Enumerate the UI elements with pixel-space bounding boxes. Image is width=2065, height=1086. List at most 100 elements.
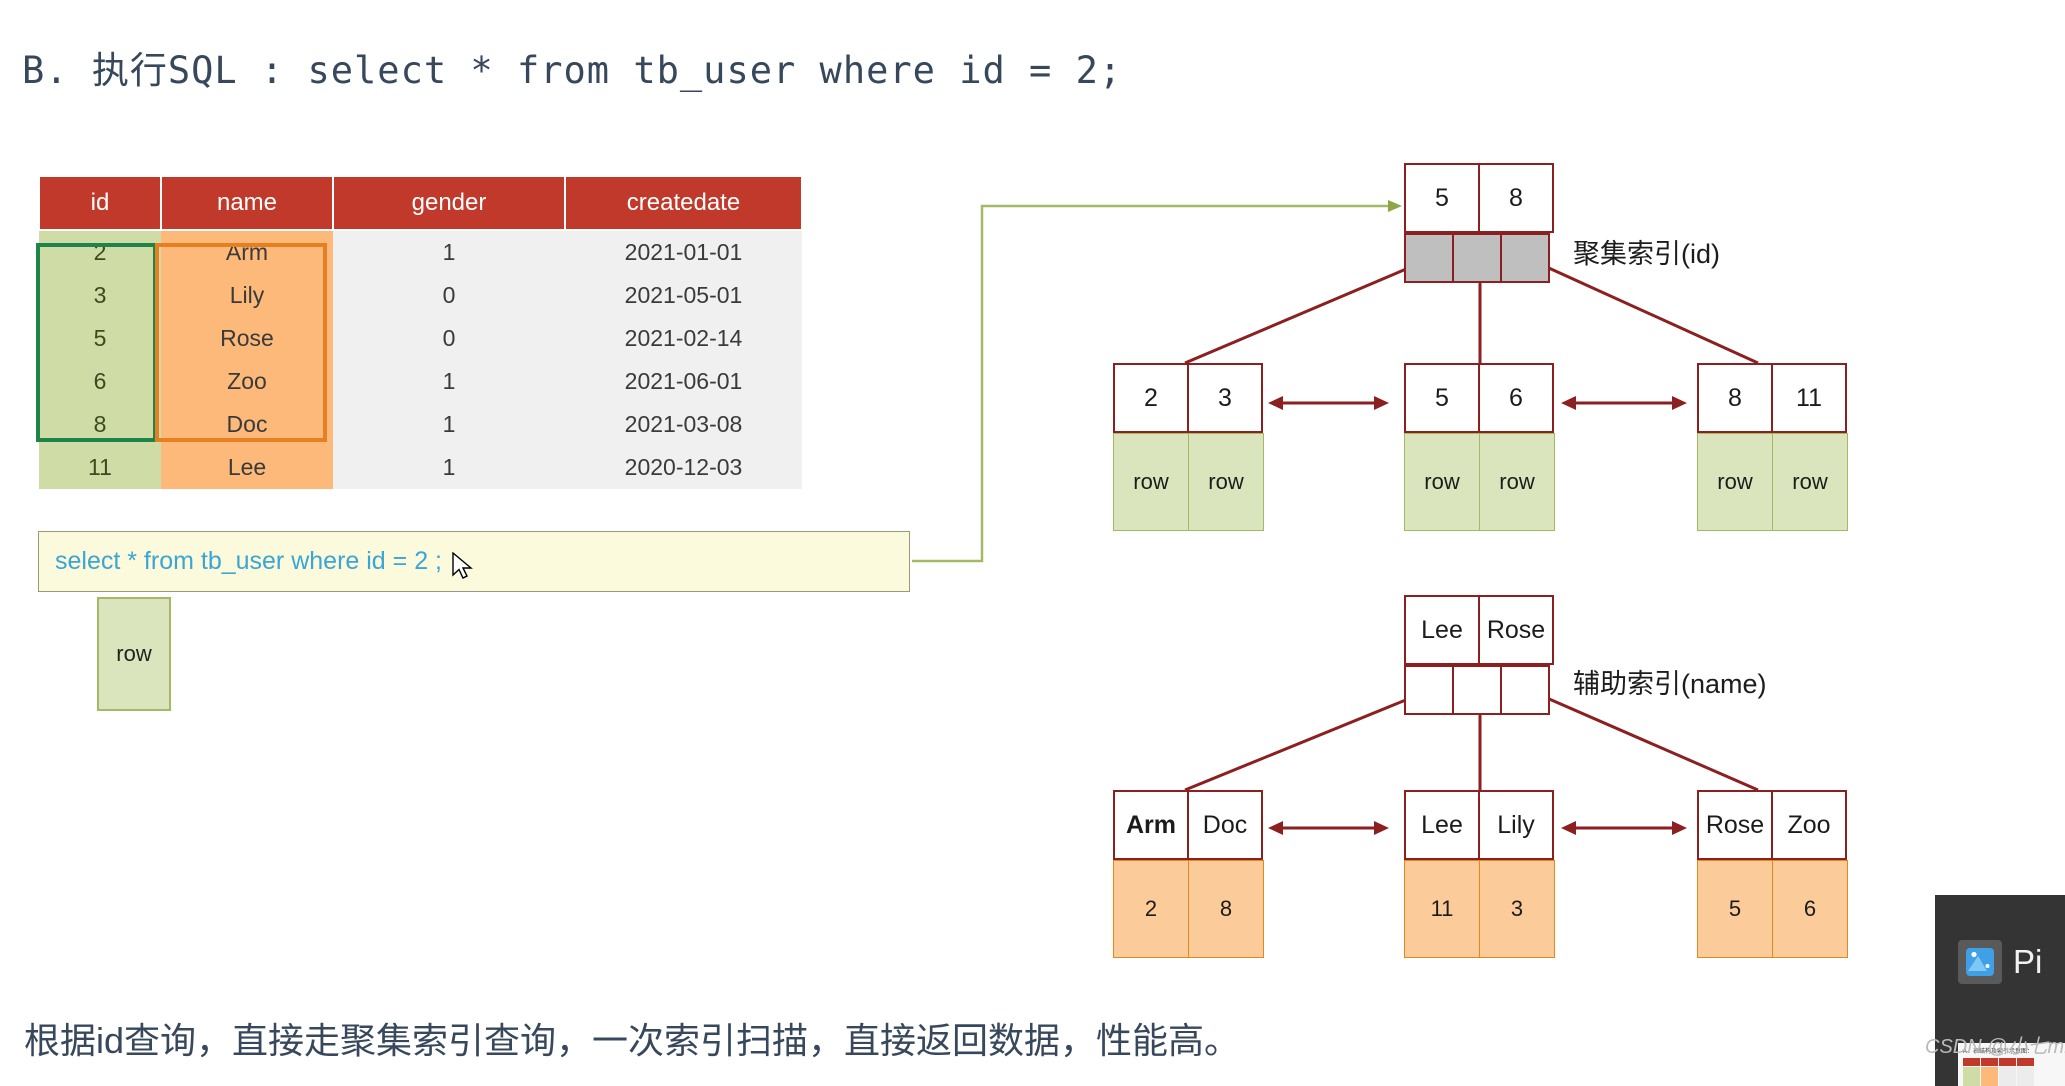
leaf-data: 2 8 <box>1113 860 1264 958</box>
leaf-row-cell: row <box>1404 433 1480 531</box>
leaf-key: Lee <box>1404 790 1480 860</box>
secondary-leaf-node: Arm Doc 2 8 <box>1113 790 1264 958</box>
sql-callout-text: select * from tb_user where id = 2 ; <box>55 547 442 575</box>
leaf-keys: 8 11 <box>1697 363 1848 433</box>
app-overlay-title: Pi <box>2013 943 2043 980</box>
table-row: 5 Rose 0 2021-02-14 <box>39 317 802 360</box>
page-title: B. 执行SQL : select * from tb_user where i… <box>22 49 1123 92</box>
cell-createdate: 2021-02-14 <box>565 317 802 360</box>
leaf-key: Lily <box>1478 790 1554 860</box>
leaf-key: Zoo <box>1771 790 1847 860</box>
cell-gender: 1 <box>333 403 565 446</box>
cell-name: Zoo <box>161 360 333 403</box>
table-row: 3 Lily 0 2021-05-01 <box>39 274 802 317</box>
secondary-root-pointers <box>1404 665 1554 715</box>
cell-name: Lily <box>161 274 333 317</box>
leaf-keys: Rose Zoo <box>1697 790 1848 860</box>
cell-gender: 1 <box>333 230 565 274</box>
csdn-watermark: CSDN @小七mm <box>1925 1036 2065 1058</box>
leaf-keys: 2 3 <box>1113 363 1264 433</box>
leaf-key: 8 <box>1697 363 1773 433</box>
pointer-cell <box>1452 665 1502 715</box>
cell-createdate: 2020-12-03 <box>565 446 802 489</box>
table-row: 11 Lee 1 2020-12-03 <box>39 446 802 489</box>
leaf-id-cell: 11 <box>1404 860 1480 958</box>
table-row: 8 Doc 1 2021-03-08 <box>39 403 802 446</box>
leaf-row-cell: row <box>1697 433 1773 531</box>
secondary-root-keys: Lee Rose <box>1404 595 1554 665</box>
leaf-data: row row <box>1404 433 1555 531</box>
column-header-id: id <box>38 175 162 231</box>
pointer-cell <box>1404 233 1454 283</box>
table-header-row: id name gender createdate <box>38 175 803 231</box>
leaf-keys: Lee Lily <box>1404 790 1555 860</box>
leaf-key: 11 <box>1771 363 1847 433</box>
cell-createdate: 2021-05-01 <box>565 274 802 317</box>
clustered-root-pointers <box>1404 233 1554 283</box>
leaf-id-cell: 3 <box>1479 860 1555 958</box>
cell-id: 2 <box>39 230 161 274</box>
cell-id: 6 <box>39 360 161 403</box>
picture-app-icon <box>1958 940 2002 984</box>
clustered-leaf-node: 8 11 row row <box>1697 363 1848 531</box>
secondary-leaf-node: Lee Lily 11 3 <box>1404 790 1555 958</box>
cell-id: 8 <box>39 403 161 446</box>
leaf-id-cell: 8 <box>1188 860 1264 958</box>
clustered-leaf-node: 2 3 row row <box>1113 363 1264 531</box>
leaf-id-cell: 5 <box>1697 860 1773 958</box>
thumbnail-body-strip <box>1963 1067 2035 1086</box>
cell-gender: 1 <box>333 446 565 489</box>
cell-id: 3 <box>39 274 161 317</box>
table-row: 6 Zoo 1 2021-06-01 <box>39 360 802 403</box>
column-header-gender: gender <box>332 175 566 231</box>
thumbnail-header-strip <box>1963 1058 2035 1066</box>
sql-callout-box[interactable]: select * from tb_user where id = 2 ; <box>38 531 910 592</box>
tb-user-table: id name gender createdate 2 Arm 1 2021-0… <box>38 175 803 489</box>
cell-name: Lee <box>161 446 333 489</box>
cell-createdate: 2021-06-01 <box>565 360 802 403</box>
cell-id: 11 <box>39 446 161 489</box>
clustered-index-label: 聚集索引(id) <box>1573 239 1720 269</box>
cell-id: 5 <box>39 317 161 360</box>
leaf-keys: 5 6 <box>1404 363 1555 433</box>
leaf-row-cell: row <box>1772 433 1848 531</box>
clustered-root-node: 5 8 <box>1404 163 1554 283</box>
leaf-keys: Arm Doc <box>1113 790 1264 860</box>
clustered-leaf-node: 5 6 row row <box>1404 363 1555 531</box>
leaf-data: row row <box>1113 433 1264 531</box>
leaf-row-cell: row <box>1479 433 1555 531</box>
leaf-key: 3 <box>1187 363 1263 433</box>
secondary-root-node: Lee Rose <box>1404 595 1554 715</box>
leaf-id-cell: 6 <box>1772 860 1848 958</box>
cell-gender: 0 <box>333 317 565 360</box>
leaf-key: 5 <box>1404 363 1480 433</box>
leaf-key: Rose <box>1697 790 1773 860</box>
clustered-root-key: 8 <box>1478 163 1554 233</box>
cell-gender: 0 <box>333 274 565 317</box>
mouse-cursor-icon <box>452 552 473 579</box>
leaf-id-cell: 2 <box>1113 860 1189 958</box>
pointer-cell <box>1452 233 1502 283</box>
leaf-data: row row <box>1697 433 1848 531</box>
leaf-data: 11 3 <box>1404 860 1555 958</box>
leaf-data: 5 6 <box>1697 860 1848 958</box>
pointer-cell <box>1500 233 1550 283</box>
column-header-name: name <box>160 175 334 231</box>
column-header-createdate: createdate <box>564 175 803 231</box>
leaf-key: Doc <box>1187 790 1263 860</box>
clustered-root-key: 5 <box>1404 163 1480 233</box>
table-row: 2 Arm 1 2021-01-01 <box>39 230 802 274</box>
detached-row-box: row <box>97 597 171 711</box>
cell-name: Doc <box>161 403 333 446</box>
leaf-row-cell: row <box>1113 433 1189 531</box>
cell-name: Rose <box>161 317 333 360</box>
leaf-key: 6 <box>1478 363 1554 433</box>
secondary-root-key: Lee <box>1404 595 1480 665</box>
cell-createdate: 2021-03-08 <box>565 403 802 446</box>
secondary-leaf-node: Rose Zoo 5 6 <box>1697 790 1848 958</box>
clustered-root-keys: 5 8 <box>1404 163 1554 233</box>
leaf-key: Arm <box>1113 790 1189 860</box>
leaf-row-cell: row <box>1188 433 1264 531</box>
cell-name: Arm <box>161 230 333 274</box>
pointer-cell <box>1404 665 1454 715</box>
